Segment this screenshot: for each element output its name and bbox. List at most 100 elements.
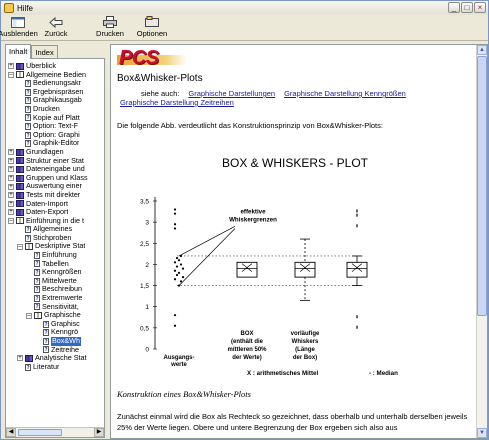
annotation-whisker-line: Whiskers (292, 339, 319, 345)
expand-icon[interactable]: + (17, 355, 23, 362)
tree-item[interactable]: + Daten-Import (6, 200, 104, 209)
tree-item[interactable]: + Dateneingabe und (6, 165, 104, 174)
tree-item-label: Einführung (42, 251, 77, 260)
help-window: Hilfe _ □ × Ausblenden Zurück Drucken Op… (0, 0, 489, 440)
tree-horizontal-scrollbar[interactable]: ◀ ▶ (6, 427, 104, 437)
tree-item[interactable]: ? Bedienungsakr (6, 79, 104, 88)
tree-item[interactable]: + Analytische Stat (6, 354, 104, 363)
tree-item[interactable]: ? Ergebnispräsen (6, 88, 104, 97)
expand-icon[interactable]: + (8, 183, 14, 190)
collapse-icon[interactable]: – (8, 217, 14, 224)
expand-icon[interactable]: + (8, 63, 14, 70)
help-page-icon: ? (34, 260, 40, 268)
tree-item[interactable]: ? Kenngrößen (6, 268, 104, 277)
tree-item[interactable]: ? Box&Wh (6, 337, 104, 346)
tree-item[interactable]: ? Drucken (6, 105, 104, 114)
collapse-icon[interactable]: – (26, 312, 32, 319)
tree-item[interactable]: + Auswertung einer (6, 182, 104, 191)
collapse-icon[interactable]: – (17, 243, 23, 250)
tab-index[interactable]: Index (31, 45, 58, 58)
section-heading: Konstruktion eines Box&Whisker-Plots (117, 389, 251, 399)
link-darstellung-kenngroessen[interactable]: Graphische Darstellung Kenngrößen (284, 89, 406, 98)
help-page-icon: ? (25, 131, 31, 139)
hide-button[interactable]: Ausblenden (0, 15, 38, 41)
pointer-line (178, 226, 236, 257)
tab-contents[interactable]: Inhalt (5, 44, 32, 59)
annotation-effective-line1: effektive (240, 209, 266, 216)
see-also-prefix: siehe auch: (141, 89, 180, 98)
pcs-logo: PCS (117, 47, 187, 71)
maximize-button[interactable]: □ (461, 2, 473, 13)
options-button[interactable]: Optionen (133, 15, 171, 41)
tree-item[interactable]: ? Allgemeines (6, 225, 104, 234)
annotation-box-line: mittleren 50% (227, 347, 267, 353)
expand-icon[interactable]: + (8, 157, 14, 164)
help-page-icon: ? (25, 234, 31, 242)
tree-item[interactable]: + Daten-Export (6, 208, 104, 217)
raw-value-point (173, 314, 177, 317)
tree-item[interactable]: ? Beschreibun (6, 285, 104, 294)
tree-item-label: Grundlagen (26, 147, 64, 156)
tree-item[interactable]: ? Zeitreihe (6, 346, 104, 355)
tree-item[interactable]: ? Option: Text-F (6, 122, 104, 131)
content-scroll-thumb[interactable] (477, 56, 487, 316)
tree-item[interactable]: + Überblick (6, 62, 104, 71)
link-darstellung-zeitreihen[interactable]: Graphische Darstellung Zeitreihen (120, 98, 234, 107)
scroll-left-icon[interactable]: ◀ (6, 428, 16, 437)
scroll-up-icon[interactable]: ▲ (477, 45, 487, 55)
tree-item[interactable]: ? Sensitivität, (6, 303, 104, 312)
tree-item[interactable]: + Gruppen und Klass (6, 174, 104, 183)
tree-item[interactable]: – Deskriptive Stat (6, 242, 104, 251)
content-vertical-scrollbar[interactable]: ▲ ▼ (476, 45, 487, 438)
closed-book-icon (16, 183, 24, 191)
expand-icon[interactable]: + (8, 192, 14, 199)
expand-icon[interactable]: + (8, 149, 14, 156)
annotation-box-line: der Werte) (232, 355, 262, 361)
tree-item[interactable]: ? Graphisc (6, 320, 104, 329)
close-button[interactable]: × (474, 2, 486, 13)
tree-item[interactable]: ? Option: Graphi (6, 131, 104, 140)
tree-item[interactable]: ? Literatur (6, 363, 104, 372)
expand-icon[interactable]: + (8, 200, 14, 207)
annotation-raw-line2: werte (170, 362, 187, 368)
scroll-thumb[interactable] (18, 429, 62, 436)
tree-item-label: Kenngrö (51, 328, 79, 337)
collapse-icon[interactable]: – (8, 71, 14, 78)
tree-item[interactable]: – Einführung in die t (6, 217, 104, 226)
tree-item[interactable]: ? Einführung (6, 251, 104, 260)
print-label: Drucken (96, 29, 124, 38)
tree-item[interactable]: – Graphische (6, 311, 104, 320)
expand-icon[interactable]: + (8, 209, 14, 216)
y-tick-label: 0 (145, 347, 149, 354)
tree-item[interactable]: ? Graphikausgab (6, 96, 104, 105)
tree-item-label: Option: Graphi (33, 130, 80, 139)
back-button[interactable]: Zurück (39, 15, 73, 41)
window-title: Hilfe (17, 3, 34, 13)
scroll-down-icon[interactable]: ▼ (477, 428, 487, 438)
print-button[interactable]: Drucken (93, 15, 127, 41)
title-bar: Hilfe _ □ × (1, 1, 488, 15)
tree-item[interactable]: – Allgemeine Bedien (6, 71, 104, 80)
scroll-right-icon[interactable]: ▶ (94, 428, 104, 437)
expand-icon[interactable]: + (8, 175, 14, 182)
tree-item-label: Tabellen (42, 259, 69, 268)
toolbar: Ausblenden Zurück Drucken Optionen (0, 15, 488, 41)
tree-item[interactable]: + Struktur einer Stat (6, 157, 104, 166)
tree-item[interactable]: ? Stichproben (6, 234, 104, 243)
expand-icon[interactable]: + (8, 166, 14, 173)
tree-item-label: Kopie auf Platt (33, 113, 80, 122)
tree-item-label: Stichproben (33, 233, 72, 242)
tree-item[interactable]: ? Tabellen (6, 260, 104, 269)
tree-item[interactable]: ? Kopie auf Platt (6, 114, 104, 123)
tree-item-label: Drucken (33, 104, 60, 113)
page-title: Box&Whisker-Plots (117, 73, 203, 84)
tree-item-label: Mittelwerte (42, 276, 77, 285)
link-graphische-darstellungen[interactable]: Graphische Darstellungen (188, 89, 275, 98)
tree-item[interactable]: + Grundlagen (6, 148, 104, 157)
tree-item[interactable]: + Tests mit direkter (6, 191, 104, 200)
tree-item[interactable]: ? Extremwerte (6, 294, 104, 303)
tree-item[interactable]: ? Kenngrö (6, 328, 104, 337)
tree-item[interactable]: ? Mittelwerte (6, 277, 104, 286)
tree-item[interactable]: ? Graphik-Editor (6, 139, 104, 148)
minimize-button[interactable]: _ (448, 2, 460, 13)
